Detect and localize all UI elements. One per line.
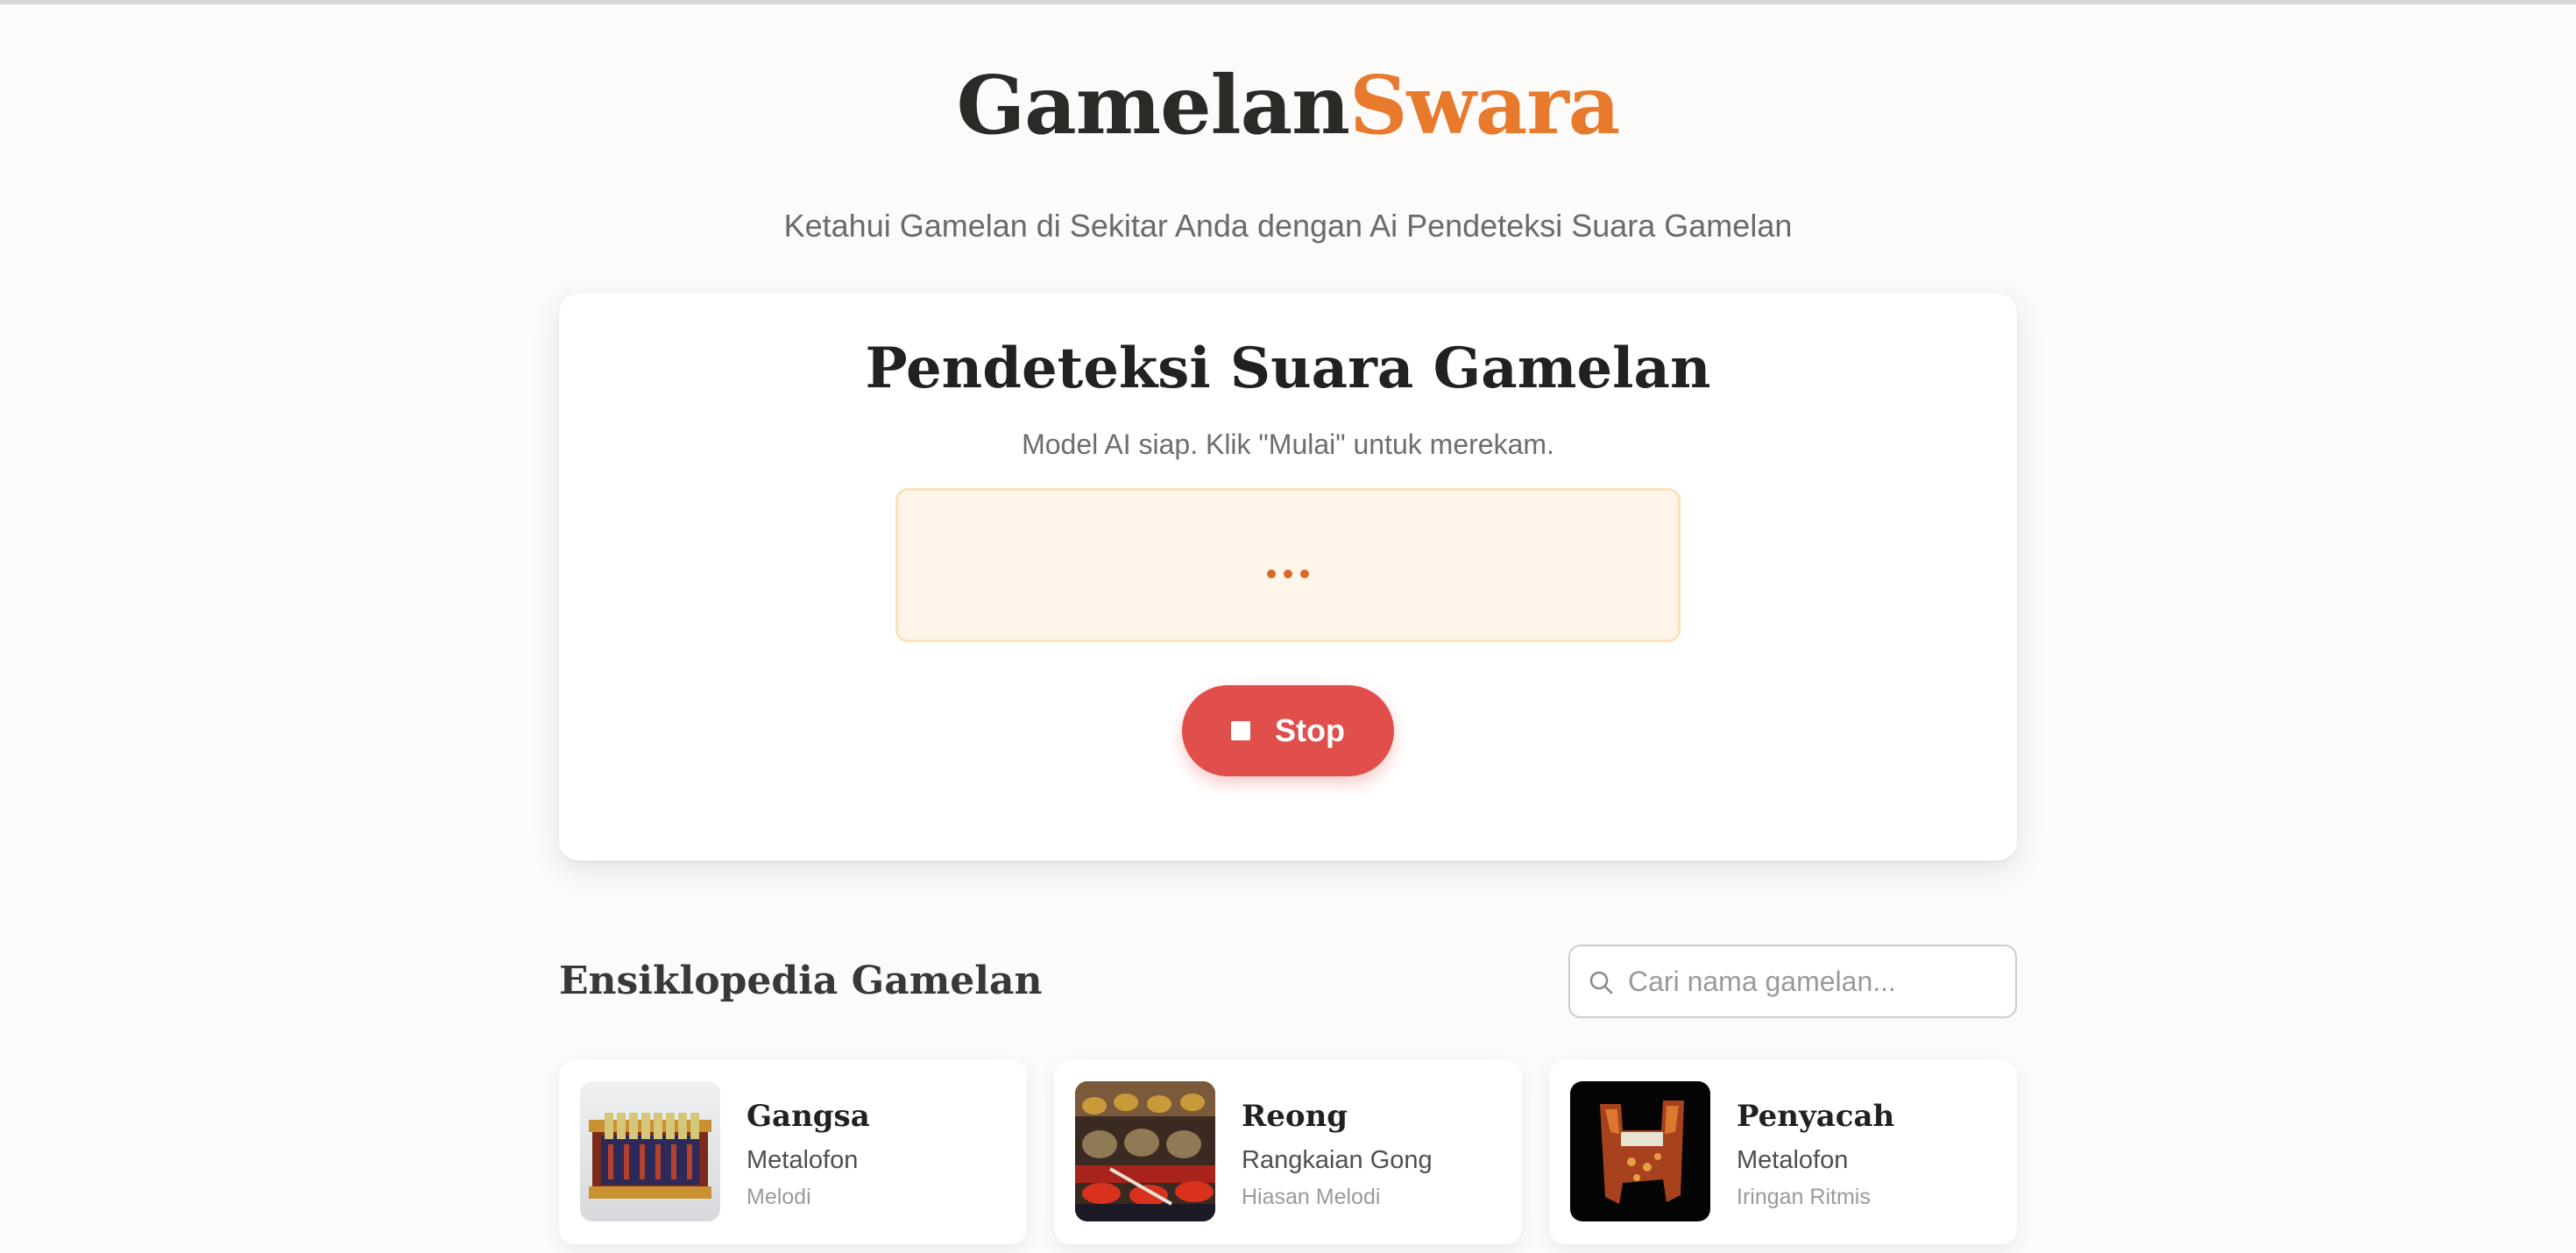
stop-button-label: Stop xyxy=(1275,712,1345,748)
detector-title: Pendeteksi Suara Gamelan xyxy=(865,336,1711,401)
detection-result-box xyxy=(895,488,1681,642)
brand-title-second: Swara xyxy=(1349,58,1620,152)
brand-title-first: Gamelan xyxy=(956,58,1351,152)
tagline: Ketahui Gamelan di Sekitar Anda dengan A… xyxy=(783,208,1793,244)
penyacah-photo-icon xyxy=(1570,1081,1710,1221)
loading-dots-icon xyxy=(898,570,1678,578)
card-name: Gangsa xyxy=(747,1099,870,1134)
stop-icon xyxy=(1231,721,1250,740)
gamelan-card-gangsa[interactable]: Gangsa Metalofon Melodi xyxy=(559,1060,1027,1244)
card-role: Iringan Ritmis xyxy=(1737,1185,1871,1209)
brand-title: GamelanSwara xyxy=(0,53,2576,158)
page-header: GamelanSwara Ketahui Gamelan di Sekitar … xyxy=(0,53,2576,245)
card-type: Metalofon xyxy=(747,1146,859,1174)
card-type: Rangkaian Gong xyxy=(1242,1146,1433,1174)
detector-card: Pendeteksi Suara Gamelan Model AI siap. … xyxy=(559,294,2017,860)
card-name: Reong xyxy=(1242,1099,1348,1134)
top-divider xyxy=(0,0,2576,4)
reong-photo-icon xyxy=(1075,1081,1215,1221)
search-input[interactable] xyxy=(1626,948,2003,1015)
card-role: Hiasan Melodi xyxy=(1242,1185,1381,1209)
gamelan-card-list: Gangsa Metalofon Melodi Reong Rangkaian … xyxy=(559,1060,2017,1253)
search-box[interactable] xyxy=(1568,945,2017,1018)
encyclopedia-title: Ensiklopedia Gamelan xyxy=(559,959,1043,1003)
card-name: Penyacah xyxy=(1737,1099,1895,1134)
card-type: Metalofon xyxy=(1737,1146,1849,1174)
loading-dot xyxy=(1267,570,1276,578)
gamelan-card-penyacah[interactable]: Penyacah Metalofon Iringan Ritmis xyxy=(1549,1060,2017,1244)
stop-button[interactable]: Stop xyxy=(1182,685,1394,776)
loading-dot xyxy=(1300,570,1309,578)
search-icon xyxy=(1589,971,1613,995)
detector-status: Model AI siap. Klik "Mulai" untuk mereka… xyxy=(1022,428,1554,460)
loading-dot xyxy=(1284,570,1292,578)
card-role: Melodi xyxy=(747,1185,811,1209)
gangsa-photo-icon xyxy=(580,1081,720,1221)
gamelan-card-reong[interactable]: Reong Rangkaian Gong Hiasan Melodi xyxy=(1054,1060,1522,1244)
